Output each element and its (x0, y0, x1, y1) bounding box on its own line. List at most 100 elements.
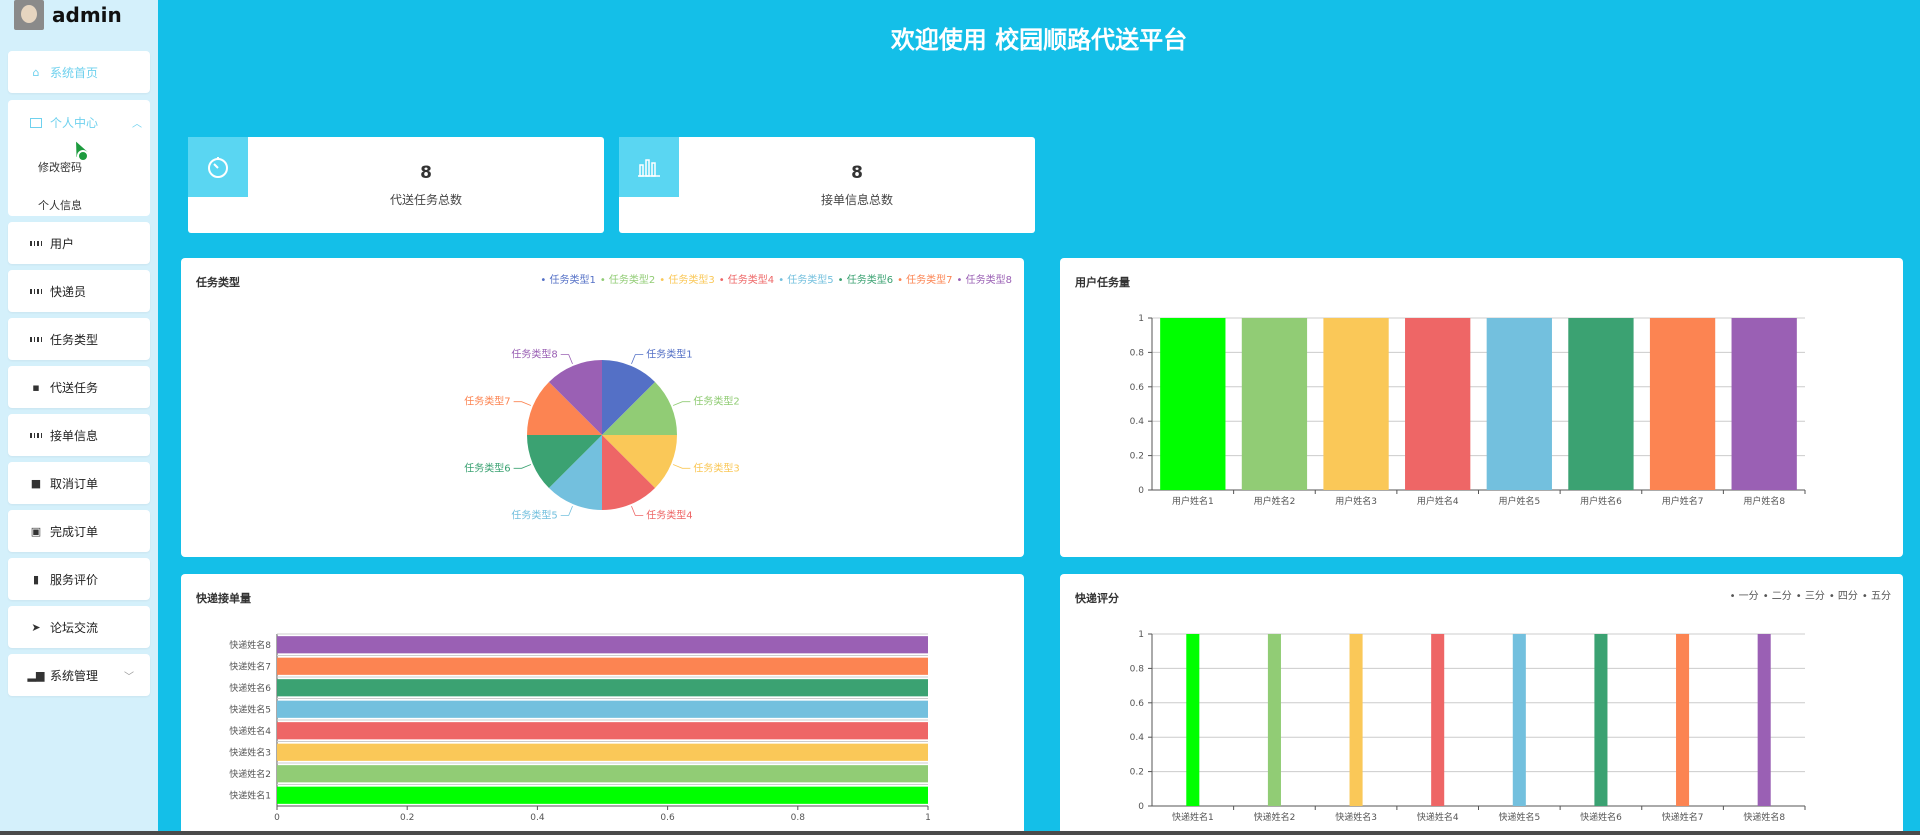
stat-card-orders: 8 接单信息总数 (619, 137, 1035, 233)
stat-value: 8 (851, 163, 863, 183)
y-tick-label: 0.4 (1130, 417, 1145, 427)
page-title: 欢迎使用 校园顺路代送平台 (890, 26, 1188, 54)
y-tick-label: 0.4 (1130, 733, 1145, 743)
y-tick-label: 快递姓名3 (229, 746, 271, 758)
menu-system-label: 系统管理 (50, 668, 99, 683)
x-tick-label: 快递姓名5 (1498, 811, 1540, 823)
briefcase-icon: ■ (30, 476, 42, 490)
menu-delivery-tasks[interactable]: ▪ 代送任务 (8, 366, 150, 408)
grid-icon (30, 285, 42, 297)
bar (277, 765, 928, 783)
x-tick-label: 用户姓名6 (1580, 495, 1622, 507)
menu-forum-label: 论坛交流 (50, 620, 99, 635)
timer-icon (188, 137, 248, 197)
menu-change-password[interactable]: 修改密码 (38, 159, 82, 175)
bar (1405, 318, 1471, 490)
stat-value: 8 (420, 163, 432, 183)
pie-label: 任务类型5 (511, 508, 557, 521)
bar (1186, 634, 1200, 806)
chart-card-courier-orders: 快递接单量 0 0.2 0.4 0.6 0.8 1 快递姓名1 快递姓名2 快递姓名3 快递姓名4… (181, 574, 1024, 835)
y-tick-label: 快递姓名5 (229, 703, 271, 715)
chart-card-user-tasks: 用户任务量 0 0.2 0.4 0.6 0.8 1 用户姓名1 用户姓名2 用户姓名3 用户姓名4… (1060, 258, 1903, 557)
bar (277, 700, 928, 718)
x-tick-label: 快递姓名7 (1662, 811, 1704, 823)
grid-icon (30, 429, 42, 441)
bar (1568, 318, 1634, 490)
chevron-down-icon: ﹀ (124, 672, 134, 683)
cursor-badge-icon (77, 150, 89, 162)
menu-complete-orders[interactable]: ▣ 完成订单 (8, 510, 150, 552)
x-tick-label: 快递姓名3 (1335, 811, 1377, 823)
x-tick-label: 快递姓名1 (1172, 811, 1214, 823)
avatar[interactable] (14, 0, 44, 30)
menu-personal[interactable]: 个人中心 ︿ (30, 114, 142, 131)
chat-icon: ▪ (32, 380, 40, 394)
bar (1349, 634, 1363, 806)
pie-label-line (560, 505, 573, 516)
book-icon: ▮ (32, 572, 40, 586)
y-tick-label: 快递姓名6 (229, 682, 271, 694)
y-tick-label: 快递姓名7 (229, 660, 271, 672)
y-tick-label: 快递姓名2 (229, 768, 271, 780)
bar (1649, 318, 1716, 490)
y-tick-label: 1 (1138, 630, 1144, 640)
stat-label: 代送任务总数 (389, 193, 462, 207)
bar-chart: 0 0.2 0.4 0.6 0.8 1 用户姓名1 用户姓名2 用户姓名3 用户姓名4 用户姓名5 用… (1130, 314, 1806, 507)
bar (1512, 634, 1526, 806)
pie-label-line (672, 464, 691, 469)
x-tick-label: 用户姓名5 (1498, 495, 1540, 507)
menu-cancel-orders[interactable]: ■ 取消订单 (8, 462, 150, 504)
menu-system[interactable]: ▂▆ 系统管理 ﹀ (8, 654, 150, 696)
x-tick-label: 快递姓名4 (1417, 811, 1459, 823)
bar-chart: 0 0.2 0.4 0.6 0.8 1 快递姓名1 快递姓名2 快递姓名3 快递姓名4 快递姓名5 快… (1130, 630, 1806, 823)
grid-icon (30, 237, 42, 249)
x-tick-label: 用户姓名4 (1417, 495, 1459, 507)
bar (277, 722, 928, 740)
menu-couriers[interactable]: 快递员 (8, 270, 150, 312)
bottom-scrollbar[interactable] (0, 831, 1920, 835)
menu-orders-label: 接单信息 (50, 428, 99, 443)
sidebar: admin ⌂ 系统首页 个人中心 ︿ 修改密码 个人信息 用户 快递员 任务类… (0, 0, 158, 835)
x-tick-label: 用户姓名3 (1335, 495, 1377, 507)
bar (1241, 318, 1308, 490)
menu-couriers-label: 快递员 (50, 284, 87, 299)
menu-users-label: 用户 (50, 236, 75, 251)
menu-users[interactable]: 用户 (8, 222, 150, 264)
x-tick-label: 0.2 (400, 813, 414, 823)
menu-complete-orders-label: 完成订单 (50, 524, 99, 539)
pie-chart: 任务类型1 任务类型2 任务类型3 任务类型4 任务类型5 任务类型6 任务类型7 任务类型8 (464, 348, 740, 522)
menu-task-types[interactable]: 任务类型 (8, 318, 150, 360)
menu-delivery-tasks-label: 代送任务 (50, 380, 99, 395)
y-tick-label: 0.2 (1130, 768, 1144, 778)
chart-card-task-types: 任务类型 • 任务类型1 • 任务类型2 • 任务类型3 • 任务类型4 • 任务类型5… (181, 258, 1024, 557)
send-icon: ➤ (31, 620, 41, 634)
y-tick-label: 快递姓名8 (229, 639, 271, 651)
menu-home[interactable]: ⌂ 系统首页 (8, 51, 150, 93)
menu-reviews-label: 服务评价 (50, 572, 99, 587)
clipboard-icon: ▣ (30, 524, 42, 538)
pie-label: 任务类型8 (511, 348, 557, 361)
x-tick-label: 0.8 (791, 813, 806, 823)
bar (1757, 634, 1771, 806)
y-tick-label: 0 (1138, 486, 1144, 496)
menu-forum[interactable]: ➤ 论坛交流 (8, 606, 150, 648)
pie-label: 任务类型2 (693, 395, 739, 408)
x-tick-label: 0.6 (660, 813, 675, 823)
bar (1486, 318, 1552, 490)
menu-reviews[interactable]: ▮ 服务评价 (8, 558, 150, 600)
pie-label: 任务类型1 (646, 348, 692, 361)
x-tick-label: 用户姓名7 (1662, 495, 1704, 507)
chevron-up-icon: ︿ (132, 119, 142, 130)
bar-chart-icon: ▂▆ (27, 668, 45, 682)
menu-orders[interactable]: 接单信息 (8, 414, 150, 456)
y-tick-label: 0 (1138, 802, 1144, 812)
pie-label: 任务类型6 (464, 461, 510, 474)
pie-label-line (560, 354, 573, 365)
stat-label: 接单信息总数 (820, 193, 893, 207)
pie-label-line (631, 505, 644, 516)
menu-profile[interactable]: 个人信息 (38, 197, 82, 213)
y-tick-label: 0.8 (1130, 348, 1145, 358)
menu-task-types-label: 任务类型 (50, 332, 99, 347)
pie-label-line (513, 464, 532, 469)
username: admin (52, 3, 122, 27)
